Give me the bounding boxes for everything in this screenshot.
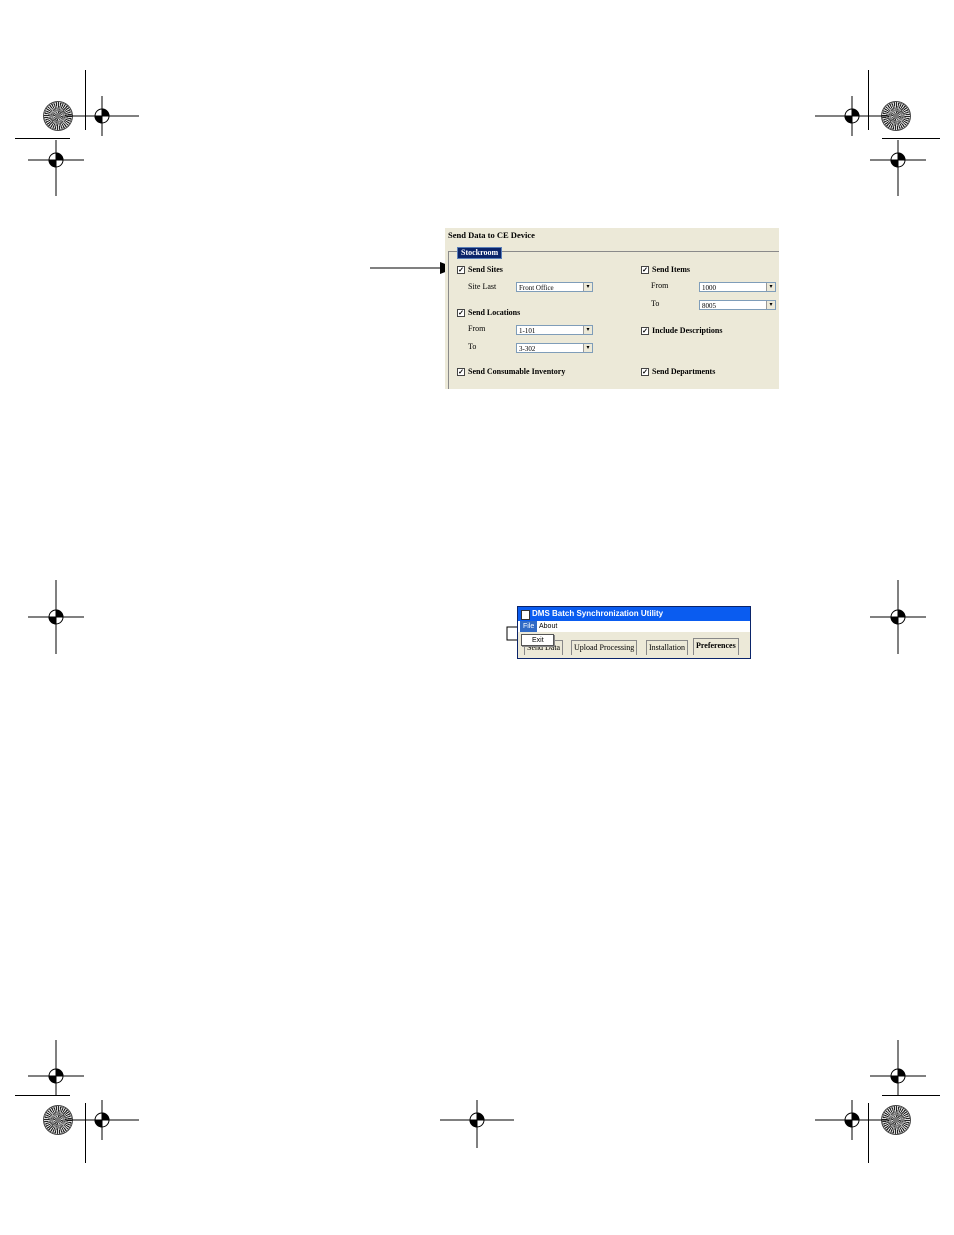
registration-mark-icon: [815, 96, 889, 136]
send-locations-checkbox[interactable]: ✓ Send Locations: [457, 308, 520, 318]
menu-about[interactable]: About: [537, 621, 559, 632]
dms-window: DMS Batch Synchronization Utility File A…: [517, 606, 751, 659]
dropdown-arrow-icon[interactable]: ▾: [766, 301, 775, 309]
send-data-panel: Send Data to CE Device Stockroom ✓ Send S…: [445, 228, 779, 389]
site-last-value: Front Office: [519, 284, 554, 292]
registration-mark-icon: [870, 1040, 926, 1096]
tab-installation[interactable]: Installation: [646, 640, 688, 655]
send-sites-checkbox[interactable]: ✓ Send Sites: [457, 265, 503, 275]
locations-to-label: To: [468, 342, 477, 351]
checkmark-icon: ✓: [641, 266, 649, 275]
items-from-select[interactable]: 1000 ▾: [699, 282, 776, 292]
send-departments-checkbox[interactable]: ✓ Send Departments: [641, 367, 715, 377]
panel-title: Send Data to CE Device: [448, 230, 535, 240]
file-menu-exit-item[interactable]: Exit: [521, 634, 554, 646]
tab-upload-processing[interactable]: Upload Processing: [571, 640, 638, 655]
stockroom-group-title: Stockroom: [457, 247, 503, 259]
checkmark-icon: ✓: [641, 368, 649, 377]
registration-mark-icon: [870, 580, 926, 654]
callout-bracket-icon: [506, 626, 517, 641]
registration-mark-icon: [28, 1040, 84, 1096]
items-to-select[interactable]: 8005 ▾: [699, 300, 776, 310]
locations-to-value: 3-302: [519, 345, 536, 353]
registration-mark-icon: [28, 140, 84, 196]
items-from-value: 1000: [702, 284, 716, 292]
registration-mark-icon: [65, 96, 139, 136]
send-consumable-label: Send Consumable Inventory: [468, 367, 566, 376]
include-descriptions-label: Include Descriptions: [652, 326, 723, 335]
site-last-label: Site Last: [468, 282, 497, 291]
callout-arrow-icon: [370, 262, 456, 274]
items-to-label: To: [651, 299, 660, 308]
locations-from-label: From: [468, 324, 486, 333]
registration-mark-icon: [870, 140, 926, 196]
registration-mark-icon: [815, 1100, 889, 1140]
registration-mark-icon: [440, 1100, 514, 1148]
app-icon: [521, 610, 530, 620]
registration-mark-icon: [65, 1100, 139, 1140]
send-items-checkbox[interactable]: ✓ Send Items: [641, 265, 690, 275]
locations-from-value: 1-101: [519, 327, 536, 335]
send-locations-label: Send Locations: [468, 308, 521, 317]
dropdown-arrow-icon[interactable]: ▾: [583, 283, 592, 291]
registration-mark-icon: [28, 580, 84, 654]
send-sites-label: Send Sites: [468, 265, 503, 274]
locations-to-select[interactable]: 3-302 ▾: [516, 343, 593, 353]
send-departments-label: Send Departments: [652, 367, 716, 376]
checkmark-icon: ✓: [457, 368, 465, 377]
send-consumable-checkbox[interactable]: ✓ Send Consumable Inventory: [457, 367, 565, 377]
menu-file[interactable]: File: [520, 621, 538, 632]
checkmark-icon: ✓: [641, 327, 649, 336]
dropdown-arrow-icon[interactable]: ▾: [583, 344, 592, 352]
items-from-label: From: [651, 281, 669, 290]
locations-from-select[interactable]: 1-101 ▾: [516, 325, 593, 335]
items-to-value: 8005: [702, 302, 716, 310]
dropdown-arrow-icon[interactable]: ▾: [583, 326, 592, 334]
send-items-label: Send Items: [652, 265, 691, 274]
include-descriptions-checkbox[interactable]: ✓ Include Descriptions: [641, 326, 722, 336]
title-bar[interactable]: DMS Batch Synchronization Utility: [518, 607, 750, 621]
window-title: DMS Batch Synchronization Utility: [532, 609, 664, 618]
checkmark-icon: ✓: [457, 266, 465, 275]
checkmark-icon: ✓: [457, 309, 465, 318]
menu-bar: File About: [518, 621, 750, 632]
tab-preferences[interactable]: Preferences: [693, 638, 739, 655]
registration-marks: [28, 96, 926, 1148]
site-last-select[interactable]: Front Office ▾: [516, 282, 593, 292]
dropdown-arrow-icon[interactable]: ▾: [766, 283, 775, 291]
